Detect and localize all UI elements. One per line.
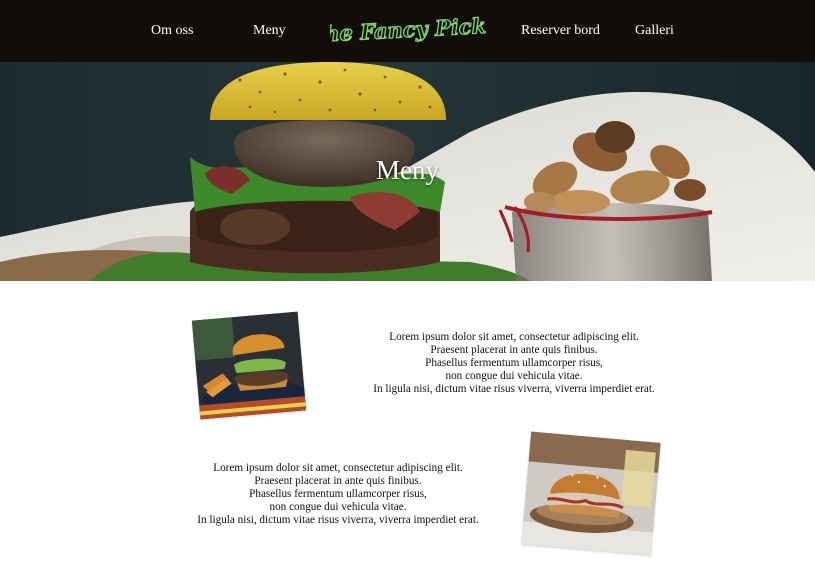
hero-title: Meny	[376, 155, 439, 185]
burger-photo-1	[191, 311, 307, 420]
description-line: Lorem ipsum dolor sit amet, consectetur …	[213, 462, 463, 474]
menu-item-description-2: Lorem ipsum dolor sit amet, consectetur …	[179, 462, 497, 527]
nav-link-om-oss[interactable]: Om oss	[151, 22, 193, 40]
description-line: Praesent placerat in ante quis finibus.	[430, 344, 598, 356]
description-line: Phasellus fermentum ullamcorper risus,	[425, 357, 603, 369]
nav-link-galleri[interactable]: Galleri	[635, 22, 674, 40]
description-line: Phasellus fermentum ullamcorper risus,	[249, 488, 427, 500]
description-line: non congue dui vehicula vitae.	[269, 501, 407, 513]
top-navigation-bar: Om oss Meny The Fancy Pickle Reserver bo…	[0, 0, 815, 62]
menu-item-photo-1	[191, 311, 307, 420]
burger-photo-2	[521, 431, 661, 556]
menu-content: Lorem ipsum dolor sit amet, consectetur …	[0, 281, 815, 581]
logo[interactable]: The Fancy Pickle	[330, 12, 486, 48]
logo-text: The Fancy Pickle	[330, 12, 486, 47]
hero-banner: Meny	[0, 62, 815, 281]
description-line: In ligula nisi, dictum vitae risus viver…	[373, 383, 655, 395]
menu-item-description-1: Lorem ipsum dolor sit amet, consectetur …	[355, 331, 673, 396]
nav-link-meny[interactable]: Meny	[253, 22, 286, 40]
nav-link-reserver-bord[interactable]: Reserver bord	[521, 22, 600, 40]
description-line: Lorem ipsum dolor sit amet, consectetur …	[389, 331, 639, 343]
description-line: non congue dui vehicula vitae.	[445, 370, 583, 382]
menu-item-photo-2	[521, 431, 661, 556]
description-line: In ligula nisi, dictum vitae risus viver…	[197, 514, 479, 526]
description-line: Praesent placerat in ante quis finibus.	[254, 475, 422, 487]
